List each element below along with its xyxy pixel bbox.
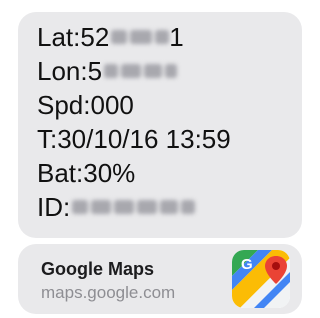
latitude-value-end: 1 — [169, 21, 184, 52]
latitude-line: Lat: 52 1 — [37, 20, 302, 54]
svg-text:G: G — [241, 256, 253, 273]
longitude-label: Lon: — [37, 55, 88, 86]
battery-line: Bat:30% — [37, 157, 136, 188]
latitude-redacted — [111, 27, 170, 47]
message-bubble[interactable]: Lat: 52 1 Lon: 5 Spd:000 T:30/10/16 13:5… — [18, 12, 302, 238]
link-preview-card[interactable]: Google Maps maps.google.com G — [18, 244, 302, 314]
google-maps-icon: G — [232, 250, 290, 308]
latitude-value-visible: 52 — [80, 21, 110, 52]
speed-line: Spd:000 — [37, 89, 134, 120]
longitude-line: Lon: 5 — [37, 54, 302, 88]
id-line: ID: — [37, 190, 302, 224]
latitude-label: Lat: — [37, 21, 81, 52]
time-line: T:30/10/16 13:59 — [37, 123, 231, 154]
longitude-redacted — [104, 61, 178, 81]
longitude-value-visible: 5 — [87, 55, 103, 86]
id-redacted — [72, 197, 196, 217]
id-label: ID: — [37, 191, 71, 222]
